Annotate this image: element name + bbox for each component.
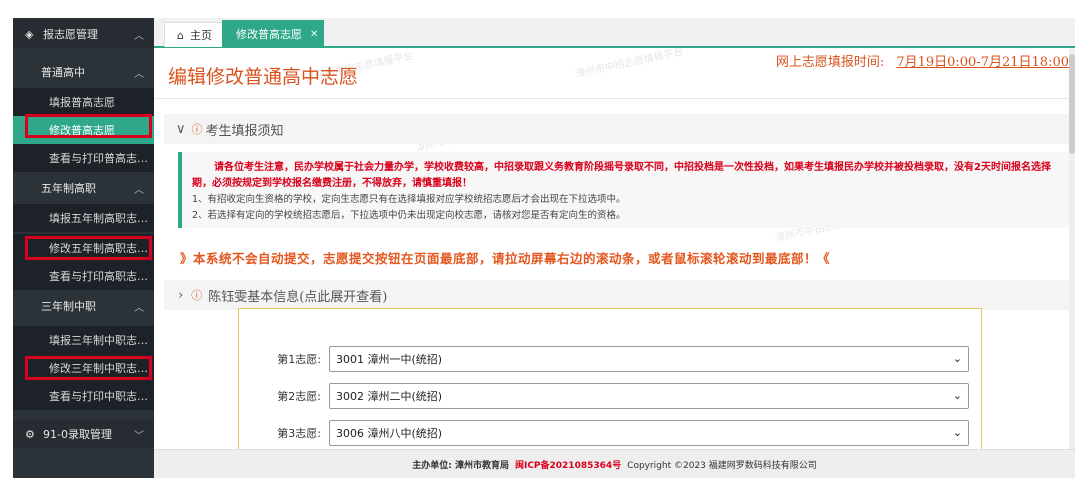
close-icon[interactable]: ✕ — [310, 29, 318, 40]
notice-line: 1、有招收定向生资格的学校，定向生志愿只有在选择填报对应学校统招志愿后才会出现在… — [192, 194, 626, 205]
scrollbar[interactable] — [1069, 48, 1075, 449]
deadline-value: 7月19日0:00-7月21日18:00 — [896, 55, 1069, 70]
sidebar-item-fill-3year[interactable]: 填报三年制中职志… — [13, 326, 154, 354]
sidebar-group-general[interactable]: 普通高中 ︿ — [13, 58, 154, 86]
divider — [154, 98, 1075, 99]
sidebar-item-label: 填报普高志愿 — [49, 96, 115, 109]
sidebar-menu-report[interactable]: ◈ 报志愿管理 ︿ — [13, 20, 154, 48]
sidebar-group-label: 五年制高职 — [41, 182, 96, 195]
gear-icon: ⚙ — [25, 427, 35, 441]
chevron-down-icon: ∨ — [176, 121, 186, 137]
choice-row: 第3志愿: 3006 漳州八中(统招) ⌄ — [239, 419, 983, 447]
notice-red-text: 请各位考生注意，民办学校属于社会力量办学，学校收费较高，中招录取跟义务教育阶段摇… — [192, 162, 1051, 189]
choice-row: 第1志愿: 3001 漳州一中(统招) ⌄ — [239, 345, 983, 373]
notice-heading: 考生填报须知 — [205, 123, 284, 139]
sidebar-item-edit-5year[interactable]: 修改五年制高职志… — [13, 234, 154, 262]
sidebar-item-fill-5year[interactable]: 填报五年制高职志… — [13, 204, 154, 232]
choice-label: 第3志愿: — [277, 427, 321, 440]
sidebar-item-label: 填报五年制高职志… — [49, 212, 148, 225]
tab-edit-general[interactable]: 修改普高志愿 ✕ — [222, 20, 324, 48]
sidebar-item-label: 查看与打印高职志… — [49, 270, 148, 283]
choice-row: 第2志愿: 3002 漳州二中(统招) ⌄ — [239, 382, 983, 410]
sidebar-item-label: 修改普高志愿 — [49, 124, 115, 137]
scrollbar-thumb[interactable] — [1069, 54, 1075, 154]
sidebar-group-3year[interactable]: 三年制中职 ︿ — [13, 292, 154, 320]
page-title: 编辑修改普通高中志愿 — [168, 66, 359, 88]
chevron-right-icon: › — [178, 287, 184, 303]
info-icon: ⓘ — [191, 123, 203, 136]
notice-line: 2、若选择有定向的学校统招志愿后，下拉选项中仍未出现定向校志愿，请核对您是否有定… — [192, 210, 626, 221]
choice-value: 3001 漳州一中(统招) — [336, 353, 443, 366]
sidebar-item-label: 查看与打印普高志… — [49, 152, 148, 165]
chevron-down-icon: ⌄ — [952, 352, 962, 365]
sidebar-item-print-5year[interactable]: 查看与打印高职志… — [13, 262, 154, 290]
sidebar-item-label: 查看与打印中职志… — [49, 390, 148, 403]
deadline-label: 网上志愿填报时间: — [775, 55, 885, 70]
choice-label: 第2志愿: — [277, 390, 321, 403]
chevron-up-icon: ︿ — [134, 68, 144, 80]
student-info-heading: 陈钰雯基本信息(点此展开查看) — [208, 289, 388, 305]
footer: 主办单位: 漳州市教育局 闽ICP备2021085364号 Copyright … — [154, 449, 1075, 478]
sidebar: ◈ 报志愿管理 ︿ 普通高中 ︿ 填报普高志愿 修改普高志愿 查看与打印普高志…… — [13, 18, 154, 478]
footer-copyright: Copyright ©2023 福建网罗数码科技有限公司 — [627, 460, 817, 471]
chevron-up-icon: ︿ — [134, 30, 144, 42]
footer-icp-link[interactable]: 闽ICP备2021085364号 — [515, 458, 621, 471]
sidebar-item-edit-3year[interactable]: 修改三年制中职志… — [13, 354, 154, 382]
chevron-down-icon: ⌄ — [952, 426, 962, 439]
tab-home[interactable]: ⌂ 主页 — [164, 22, 225, 47]
choice-select[interactable]: 3002 漳州二中(统招) ⌄ — [329, 383, 969, 409]
chevron-up-icon: ︿ — [134, 184, 144, 196]
notice-header[interactable]: ∨ ⓘ 考生填报须知 — [164, 114, 1069, 144]
sidebar-menu-admission[interactable]: ⚙ 91-0录取管理 ﹀ — [13, 420, 154, 448]
choice-label: 第1志愿: — [277, 353, 321, 366]
sidebar-group-label: 三年制中职 — [41, 300, 96, 313]
notice-box: 请各位考生注意，民办学校属于社会力量办学，学校收费较高，中招录取跟义务教育阶段摇… — [178, 152, 1069, 228]
chevron-up-icon: ︿ — [134, 302, 144, 314]
choice-value: 3006 漳州八中(统招) — [336, 427, 443, 440]
sidebar-item-label: 修改五年制高职志… — [49, 242, 148, 255]
info-icon: ⓘ — [191, 289, 203, 302]
layers-icon: ◈ — [25, 27, 34, 41]
watermark: 漳州市中招志愿填报平台 — [574, 46, 685, 81]
choice-select[interactable]: 3006 漳州八中(统招) ⌄ — [329, 420, 969, 446]
sidebar-item-fill-general[interactable]: 填报普高志愿 — [13, 88, 154, 116]
sidebar-item-print-general[interactable]: 查看与打印普高志… — [13, 144, 154, 172]
sidebar-group-5year[interactable]: 五年制高职 ︿ — [13, 174, 154, 202]
tab-edit-label: 修改普高志愿 — [236, 28, 302, 41]
chevron-down-icon: ﹀ — [134, 430, 144, 442]
submit-warning: 》本系统不会自动提交，志愿提交按钮在页面最底部，请拉动屏幕右边的滚动条，或者鼠标… — [180, 251, 831, 266]
choice-select[interactable]: 3001 漳州一中(统招) ⌄ — [329, 346, 969, 372]
deadline-info: 网上志愿填报时间: 7月19日0:00-7月21日18:00 — [776, 51, 1069, 70]
sidebar-item-label: 填报三年制中职志… — [49, 334, 148, 347]
choice-value: 3002 漳州二中(统招) — [336, 390, 443, 403]
sidebar-item-label: 修改三年制中职志… — [49, 362, 148, 375]
sidebar-item-edit-general[interactable]: 修改普高志愿 — [13, 116, 154, 144]
chevron-down-icon: ⌄ — [952, 389, 962, 402]
main-content: ⌂ 主页 修改普高志愿 ✕ 漳州市中招志愿填报平台 漳州市中招志愿填报平台 漳州… — [154, 18, 1075, 478]
app-window: ◈ 报志愿管理 ︿ 普通高中 ︿ 填报普高志愿 修改普高志愿 查看与打印普高志…… — [13, 18, 1075, 478]
tab-bar: ⌂ 主页 修改普高志愿 ✕ — [154, 18, 1075, 48]
tab-home-label: 主页 — [189, 29, 212, 42]
student-info-header[interactable]: › ⓘ 陈钰雯基本信息(点此展开查看) — [164, 280, 1069, 310]
sidebar-group-label: 普通高中 — [41, 66, 85, 79]
footer-sponsor: 主办单位: 漳州市教育局 — [412, 460, 509, 471]
home-icon: ⌂ — [177, 28, 184, 42]
choices-form: 第1志愿: 3001 漳州一中(统招) ⌄ 第2志愿: 3002 漳州二中(统招… — [238, 308, 983, 478]
sidebar-item-print-3year[interactable]: 查看与打印中职志… — [13, 382, 154, 410]
